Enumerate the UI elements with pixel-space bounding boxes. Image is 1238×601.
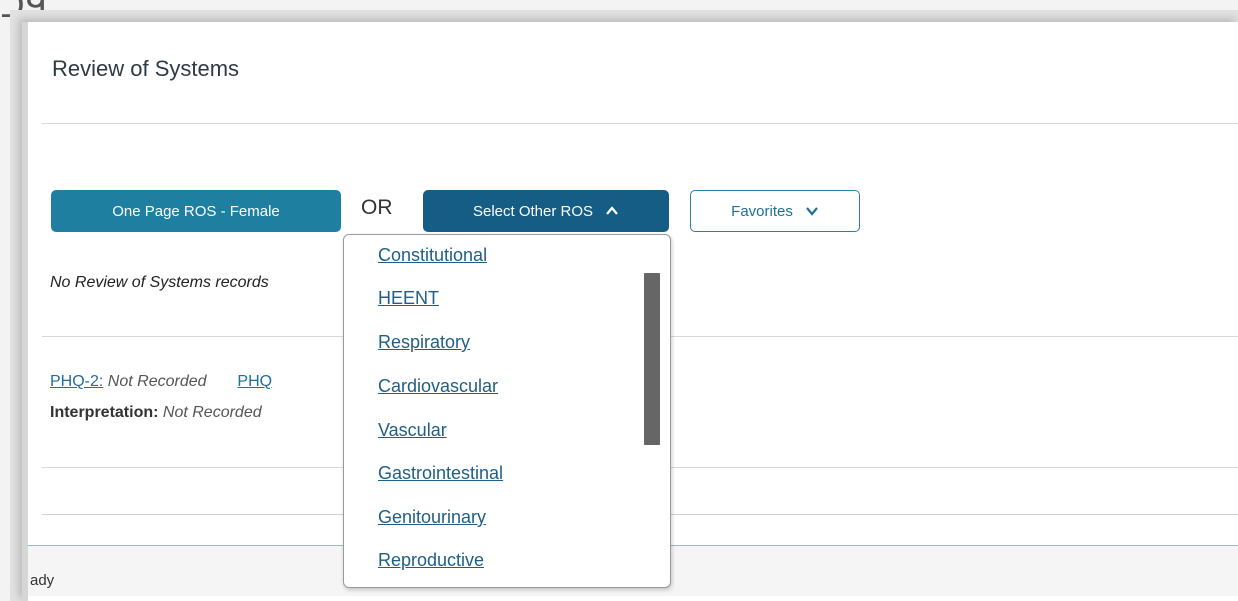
interpretation-line: Interpretation: Not Recorded: [50, 404, 262, 422]
page-title: Review of Systems: [52, 56, 240, 81]
dropdown-item-heent[interactable]: HEENT: [378, 288, 439, 309]
dropdown-item-vascular[interactable]: Vascular: [378, 420, 447, 441]
left-rail: [22, 22, 28, 601]
interpretation-label: Interpretation:: [50, 404, 159, 421]
dropdown-item-respiratory[interactable]: Respiratory: [378, 332, 470, 353]
phq2-value: Not Recorded: [107, 373, 207, 390]
select-other-ros-button[interactable]: Select Other ROS: [423, 190, 669, 232]
phq9-link[interactable]: PHQ: [237, 373, 272, 390]
dropdown-item-constitutional[interactable]: Constitutional: [378, 245, 487, 266]
favorites-label: Favorites: [731, 202, 793, 220]
interpretation-value: Not Recorded: [162, 404, 262, 421]
divider: [42, 123, 1238, 124]
or-separator: OR: [361, 196, 393, 219]
no-records-message: No Review of Systems records: [50, 274, 269, 291]
dropdown-item-cardiovascular[interactable]: Cardiovascular: [378, 376, 498, 397]
status-text: ady: [30, 572, 55, 589]
dropdown-scrollbar[interactable]: [644, 273, 660, 445]
one-page-ros-button[interactable]: One Page ROS - Female: [51, 190, 341, 232]
phq2-link[interactable]: PHQ-2:: [50, 373, 103, 390]
chevron-down-icon: [805, 204, 819, 218]
select-other-ros-label: Select Other ROS: [472, 202, 594, 220]
dropdown-item-reproductive[interactable]: Reproductive: [378, 550, 484, 571]
favorites-button[interactable]: Favorites: [690, 190, 860, 232]
chevron-up-icon: [605, 204, 619, 218]
phq-line: PHQ-2: Not Recorded PHQ: [50, 373, 272, 391]
dropdown-item-genitourinary[interactable]: Genitourinary: [378, 507, 486, 528]
dropdown-item-gastrointestinal[interactable]: Gastrointestinal: [378, 463, 503, 484]
select-other-ros-dropdown: Constitutional HEENT Respiratory Cardiov…: [343, 234, 671, 588]
one-page-ros-label: One Page ROS - Female: [112, 202, 280, 220]
